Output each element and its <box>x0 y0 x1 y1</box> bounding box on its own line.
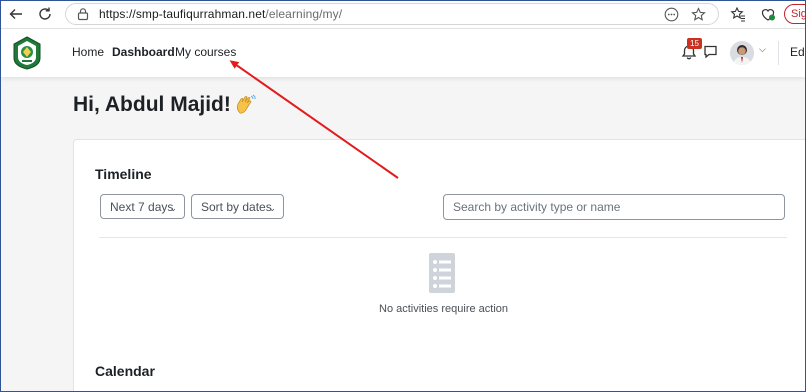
page-greeting: Hi, Abdul Majid! <box>73 93 231 116</box>
navbar-divider <box>778 41 779 65</box>
user-menu-chevron-icon[interactable]: ⌵ <box>759 44 766 55</box>
address-url: https://smp-taufiqurrahman.net/elearning… <box>99 7 342 21</box>
site-navbar: Home Dashboard My courses 15 ⌵ Edi <box>1 29 805 77</box>
favorite-star-icon[interactable] <box>691 7 706 27</box>
screenshot-frame: https://smp-taufiqurrahman.net/elearning… <box>0 0 806 392</box>
url-path: /elearning/my/ <box>265 7 343 21</box>
timeline-search-input[interactable]: Search by activity type or name <box>443 194 785 220</box>
user-avatar[interactable] <box>730 41 754 65</box>
back-icon[interactable] <box>7 5 25 23</box>
timeline-divider <box>99 237 787 238</box>
url-host: https://smp-taufiqurrahman.net <box>99 7 266 21</box>
timeline-title: Timeline <box>95 166 152 182</box>
school-logo[interactable] <box>11 36 43 70</box>
nav-dashboard[interactable]: Dashboard <box>112 45 175 59</box>
browser-essentials-icon[interactable] <box>759 5 777 23</box>
nav-home[interactable]: Home <box>72 45 104 59</box>
site-info-icon[interactable] <box>76 7 90 21</box>
nav-my-courses[interactable]: My courses <box>175 45 236 59</box>
refresh-icon[interactable] <box>36 5 54 23</box>
edit-mode-label[interactable]: Edi <box>790 45 805 59</box>
messages-icon[interactable] <box>703 44 718 59</box>
chevron-down-icon: ⌄ <box>169 203 177 213</box>
address-bar[interactable]: https://smp-taufiqurrahman.net/elearning… <box>65 3 719 25</box>
empty-activities-message: No activities require action <box>379 303 509 315</box>
more-options-icon[interactable] <box>664 7 679 27</box>
timeline-filter-label: Next 7 days <box>110 200 174 214</box>
notification-count-badge: 15 <box>687 38 702 49</box>
chevron-down-icon: ⌄ <box>268 203 276 213</box>
waving-hand-icon <box>233 93 257 117</box>
empty-activities-icon <box>418 252 464 294</box>
timeline-sort-dropdown[interactable]: Sort by dates ⌄ <box>191 194 284 219</box>
timeline-sort-label: Sort by dates <box>201 200 272 214</box>
timeline-filter-dropdown[interactable]: Next 7 days ⌄ <box>100 194 185 219</box>
browser-toolbar: https://smp-taufiqurrahman.net/elearning… <box>1 1 805 29</box>
favorites-icon[interactable] <box>729 5 747 23</box>
sign-in-button[interactable]: Sign <box>784 4 805 24</box>
calendar-title: Calendar <box>95 363 155 379</box>
